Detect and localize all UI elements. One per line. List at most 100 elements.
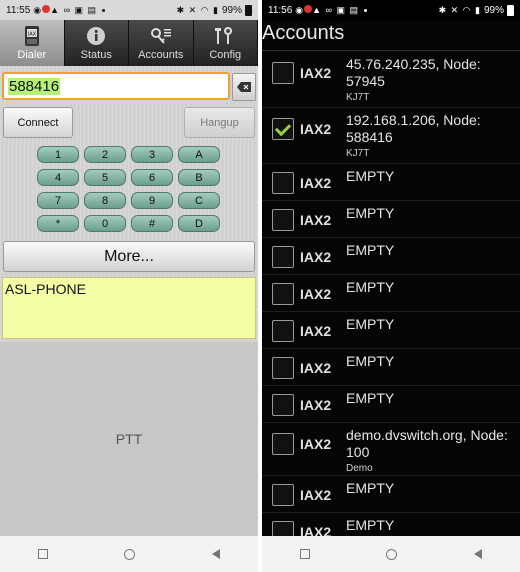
battery-level: 99% bbox=[483, 4, 504, 16]
account-row[interactable]: IAX2 EMPTY bbox=[262, 164, 520, 201]
account-checkbox[interactable] bbox=[272, 394, 294, 416]
key-5[interactable]: 5 bbox=[84, 169, 126, 186]
account-protocol: IAX2 bbox=[300, 323, 332, 339]
key-a[interactable]: A bbox=[178, 146, 220, 163]
status-display-text: ASL-PHONE bbox=[5, 281, 86, 297]
tab-config-label: Config bbox=[209, 49, 242, 61]
key-star[interactable]: * bbox=[37, 215, 79, 232]
tab-status-label: Status bbox=[80, 49, 112, 61]
key-b[interactable]: B bbox=[178, 169, 220, 186]
tab-accounts-label: Accounts bbox=[138, 49, 184, 61]
status-bar: 11:55 ◉ ▲ ∞ ▣ ▤ ✱ ✕ ◠ ▮ 99% bbox=[0, 0, 258, 20]
tools-icon bbox=[214, 25, 236, 47]
key-c[interactable]: C bbox=[178, 192, 220, 209]
dialer-screen: 11:55 ◉ ▲ ∞ ▣ ▤ ✱ ✕ ◠ ▮ 99% IAX Dialer St… bbox=[0, 0, 258, 572]
backspace-button[interactable] bbox=[232, 73, 256, 101]
system-icons: ✱ ✕ ◠ ▮ bbox=[176, 4, 219, 15]
account-row[interactable]: IAX2 192.168.1.206, Node: 588416 KJ7T bbox=[262, 108, 520, 164]
account-callsign: KJ7T bbox=[346, 148, 370, 159]
account-row[interactable]: IAX2 EMPTY bbox=[262, 275, 520, 312]
account-row[interactable]: IAX2 EMPTY bbox=[262, 201, 520, 238]
key-9[interactable]: 9 bbox=[131, 192, 173, 209]
key-d[interactable]: D bbox=[178, 215, 220, 232]
accounts-screen: 11:56 ◉ ▲ ∞ ▣ ▤ ✱ ✕ ◠ ▮ 99% Accounts IAX2… bbox=[262, 0, 520, 572]
account-protocol: IAX2 bbox=[300, 65, 332, 81]
battery-icon bbox=[507, 4, 514, 16]
account-callsign: KJ7T bbox=[346, 92, 370, 103]
key-hash[interactable]: # bbox=[131, 215, 173, 232]
home-icon[interactable] bbox=[124, 548, 136, 560]
battery-icon bbox=[245, 4, 252, 16]
dial-number-input[interactable]: 588416 bbox=[2, 72, 230, 100]
title-divider bbox=[262, 50, 520, 51]
account-row[interactable]: IAX2 EMPTY bbox=[262, 312, 520, 349]
key-6[interactable]: 6 bbox=[131, 169, 173, 186]
account-host: EMPTY bbox=[346, 316, 395, 332]
account-host: EMPTY bbox=[346, 353, 395, 369]
battery-level: 99% bbox=[221, 4, 242, 16]
account-protocol: IAX2 bbox=[300, 360, 332, 376]
key-4[interactable]: 4 bbox=[37, 169, 79, 186]
key-0[interactable]: 0 bbox=[84, 215, 126, 232]
account-checkbox[interactable] bbox=[272, 484, 294, 506]
recents-icon[interactable] bbox=[300, 549, 311, 559]
more-button[interactable]: More... bbox=[3, 241, 255, 272]
tab-status[interactable]: Status bbox=[65, 20, 129, 66]
page-title: Accounts bbox=[262, 22, 345, 44]
key-list-icon bbox=[150, 25, 172, 47]
nav-bar bbox=[0, 536, 258, 572]
key-3[interactable]: 3 bbox=[131, 146, 173, 163]
ptt-button[interactable]: PTT bbox=[0, 342, 258, 536]
tab-accounts[interactable]: Accounts bbox=[129, 20, 194, 66]
back-icon[interactable] bbox=[211, 549, 220, 559]
tab-bar: IAX Dialer Status Accounts Config bbox=[0, 20, 258, 66]
tab-config[interactable]: Config bbox=[194, 20, 258, 66]
account-host: EMPTY bbox=[346, 390, 395, 406]
account-checkbox[interactable] bbox=[272, 433, 294, 455]
back-icon[interactable] bbox=[473, 549, 482, 559]
nav-bar bbox=[262, 536, 520, 572]
status-time: 11:56 bbox=[268, 4, 293, 16]
recents-icon[interactable] bbox=[38, 549, 49, 559]
account-row[interactable]: IAX2 EMPTY bbox=[262, 476, 520, 513]
keypad: 1 2 3 A 4 5 6 B 7 8 9 C * 0 # D bbox=[37, 146, 221, 232]
ptt-label: PTT bbox=[115, 431, 143, 447]
backspace-icon bbox=[237, 82, 251, 92]
account-checkbox[interactable] bbox=[272, 209, 294, 231]
account-host: EMPTY bbox=[346, 517, 395, 533]
account-host: EMPTY bbox=[346, 279, 395, 295]
account-protocol: IAX2 bbox=[300, 175, 332, 191]
account-checkbox[interactable] bbox=[272, 62, 294, 84]
status-bar: 11:56 ◉ ▲ ∞ ▣ ▤ ✱ ✕ ◠ ▮ 99% bbox=[262, 0, 520, 20]
account-protocol: IAX2 bbox=[300, 121, 332, 137]
account-protocol: IAX2 bbox=[300, 249, 332, 265]
account-checkbox[interactable] bbox=[272, 357, 294, 379]
account-checkbox[interactable] bbox=[272, 172, 294, 194]
home-icon[interactable] bbox=[386, 548, 398, 560]
dial-number-value: 588416 bbox=[8, 77, 61, 95]
key-8[interactable]: 8 bbox=[84, 192, 126, 209]
svg-text:IAX: IAX bbox=[28, 32, 37, 38]
hangup-button[interactable]: Hangup bbox=[184, 107, 255, 138]
account-host: demo.dvswitch.org, Node: 100 bbox=[346, 427, 508, 460]
tab-dialer[interactable]: IAX Dialer bbox=[0, 20, 65, 66]
more-notifications-icon bbox=[364, 8, 367, 12]
connect-button[interactable]: Connect bbox=[3, 107, 73, 138]
key-1[interactable]: 1 bbox=[37, 146, 79, 163]
account-checkbox[interactable] bbox=[272, 118, 294, 140]
account-row[interactable]: IAX2 EMPTY bbox=[262, 238, 520, 275]
account-row[interactable]: IAX2 EMPTY bbox=[262, 386, 520, 423]
account-checkbox[interactable] bbox=[272, 320, 294, 342]
account-host: EMPTY bbox=[346, 168, 395, 184]
account-row[interactable]: IAX2 45.76.240.235, Node: 57945 KJ7T bbox=[262, 52, 520, 108]
key-2[interactable]: 2 bbox=[84, 146, 126, 163]
account-row[interactable]: IAX2 EMPTY bbox=[262, 349, 520, 386]
notification-icons: ◉ ▲ ∞ ▣ ▤ bbox=[295, 4, 359, 15]
account-checkbox[interactable] bbox=[272, 246, 294, 268]
account-checkbox[interactable] bbox=[272, 283, 294, 305]
account-protocol: IAX2 bbox=[300, 487, 332, 503]
more-notifications-icon bbox=[102, 8, 105, 12]
account-row[interactable]: IAX2 demo.dvswitch.org, Node: 100 Demo bbox=[262, 423, 520, 476]
system-icons: ✱ ✕ ◠ ▮ bbox=[438, 4, 481, 15]
key-7[interactable]: 7 bbox=[37, 192, 79, 209]
